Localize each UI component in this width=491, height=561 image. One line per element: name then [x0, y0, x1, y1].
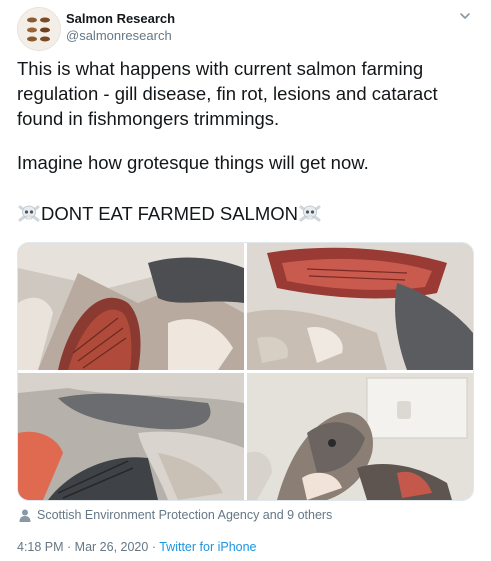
meta-separator: · [148, 540, 160, 554]
avatar[interactable] [17, 7, 61, 51]
skull-crossbones-icon [298, 203, 322, 225]
tagged-users-label: Scottish Environment Protection Agency a… [37, 508, 333, 522]
photo-fish-trimmings[interactable] [18, 373, 244, 500]
tweet-date[interactable]: Mar 26, 2020 [75, 540, 149, 554]
tweet-time[interactable]: 4:18 PM [17, 540, 64, 554]
tweet-text-paragraph-2: Imagine how grotesque things will get no… [17, 152, 369, 173]
tweet-meta: 4:18 PM · Mar 26, 2020 · Twitter for iPh… [17, 540, 257, 554]
photo-fish-head[interactable] [247, 243, 473, 370]
tweet-text-paragraph-1: This is what happens with current salmon… [17, 58, 438, 129]
photo-fish-gill[interactable] [18, 243, 244, 370]
tagged-users[interactable]: Scottish Environment Protection Agency a… [19, 508, 332, 522]
tweet-text-paragraph-3: DONT EAT FARMED SALMON [17, 201, 472, 226]
chevron-down-icon[interactable] [458, 9, 472, 23]
media-grid [17, 242, 474, 501]
tweet: Salmon Research @salmonresearch This is … [0, 0, 491, 561]
tweet-source-link[interactable]: Twitter for iPhone [159, 540, 256, 554]
skull-crossbones-icon [17, 203, 41, 225]
photo-salmon-head-in-bin[interactable] [247, 373, 473, 500]
person-icon [19, 509, 31, 522]
tweet-text-shout: DONT EAT FARMED SALMON [41, 203, 298, 224]
meta-separator: · [63, 540, 75, 554]
author-handle[interactable]: @salmonresearch [66, 28, 172, 43]
author-name[interactable]: Salmon Research [66, 11, 175, 26]
